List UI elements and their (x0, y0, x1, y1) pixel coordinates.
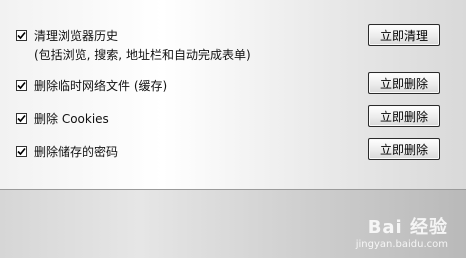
watermark: Bai 经验 jingyan.baidu.com (356, 213, 448, 250)
cookies-label: 删除 Cookies (34, 112, 109, 126)
option-passwords: 删除储存的密码 (16, 143, 118, 160)
watermark-brand: Bai 经验 (367, 217, 448, 238)
temp-files-checkbox[interactable] (16, 80, 27, 91)
delete-cookies-button[interactable]: 立即删除 (368, 105, 440, 127)
passwords-checkbox[interactable] (16, 146, 27, 157)
checkmark-icon (17, 147, 26, 156)
passwords-label: 删除储存的密码 (34, 145, 119, 159)
history-description: (包括浏览, 搜索, 地址栏和自动完成表单) (34, 48, 251, 62)
clear-history-button[interactable]: 立即清理 (368, 24, 440, 46)
option-cookies: 删除 Cookies (16, 110, 109, 127)
option-history: 清理浏览器历史 (16, 27, 118, 44)
clear-data-panel: 清理浏览器历史 (包括浏览, 搜索, 地址栏和自动完成表单) 立即清理 删除临时… (0, 0, 466, 190)
delete-passwords-button[interactable]: 立即删除 (368, 138, 440, 160)
history-checkbox[interactable] (16, 30, 27, 41)
delete-temp-files-button[interactable]: 立即删除 (368, 72, 440, 94)
temp-files-label: 删除临时网络文件 (缓存) (34, 79, 168, 93)
history-label: 清理浏览器历史 (34, 29, 119, 43)
checkmark-icon (17, 81, 26, 90)
cookies-checkbox[interactable] (16, 113, 27, 124)
option-temp-files: 删除临时网络文件 (缓存) (16, 77, 167, 94)
watermark-url: jingyan.baidu.com (355, 239, 448, 250)
checkmark-icon (17, 114, 26, 123)
checkmark-icon (17, 31, 26, 40)
